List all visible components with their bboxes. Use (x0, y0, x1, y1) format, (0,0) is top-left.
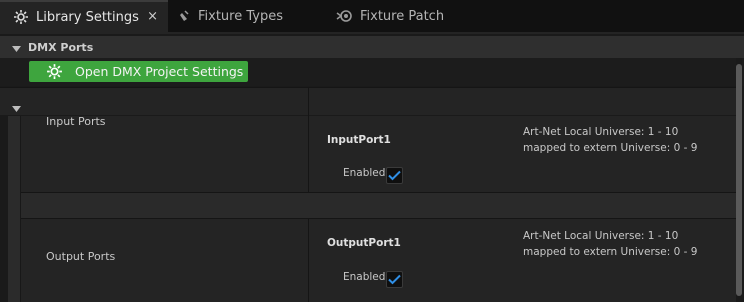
output-port-name: OutputPort1 (327, 237, 401, 249)
input-enabled-checkbox[interactable] (386, 167, 403, 184)
output-ports-label: Output Ports (46, 250, 116, 263)
output-port-info: Art-Net Local Universe: 1 - 10 mapped to… (523, 228, 697, 260)
collapse-arrow-icon[interactable] (12, 38, 21, 57)
vertical-scrollbar[interactable] (736, 58, 742, 302)
tab-label: Fixture Types (198, 8, 283, 24)
collapse-arrow-icon[interactable] (12, 98, 21, 117)
column-divider (308, 88, 309, 116)
category-header-dmx-ports[interactable]: DMX Ports (0, 36, 744, 58)
fixture-types-icon (174, 7, 192, 25)
settings-button-row: Open DMX Project Settings (0, 58, 744, 86)
universe-range-text: Art-Net Local Universe: 1 - 10 (523, 230, 679, 242)
scrollbar-thumb[interactable] (736, 64, 742, 296)
section-separator (21, 192, 736, 219)
tab-fixture-patch[interactable]: Fixture Patch (334, 0, 494, 32)
close-icon[interactable]: × (147, 9, 158, 24)
tab-library-settings[interactable]: Library Settings × (0, 0, 168, 32)
fixture-patch-icon (336, 7, 354, 25)
extern-universe-text: mapped to extern Universe: 0 - 9 (523, 246, 698, 258)
tab-label: Fixture Patch (360, 8, 445, 24)
column-divider (308, 219, 309, 302)
tab-fixture-types[interactable]: Fixture Types (172, 0, 332, 32)
tab-bar: Library Settings × Fixture Types Fixture… (0, 0, 744, 34)
column-divider (308, 116, 309, 192)
open-dmx-project-settings-button[interactable]: Open DMX Project Settings (29, 61, 248, 82)
universe-range-text: Art-Net Local Universe: 1 - 10 (523, 126, 679, 138)
checkmark-icon (388, 170, 401, 181)
extern-universe-text: mapped to extern Universe: 0 - 9 (523, 142, 698, 154)
input-ports-label: Input Ports (46, 115, 106, 128)
gear-icon (46, 63, 63, 80)
output-enabled-checkbox[interactable] (386, 271, 403, 288)
button-label: Open DMX Project Settings (75, 64, 244, 79)
input-port-info: Art-Net Local Universe: 1 - 10 mapped to… (523, 124, 697, 156)
input-port-name: InputPort1 (327, 134, 391, 146)
gear-icon (12, 8, 30, 26)
checkmark-icon (388, 274, 401, 285)
tab-divider (0, 32, 744, 34)
indent-gutter (8, 116, 21, 302)
output-enabled-label: Enabled (343, 271, 386, 283)
category-title: DMX Ports (28, 40, 94, 54)
tab-label: Library Settings (36, 9, 139, 25)
input-enabled-label: Enabled (343, 167, 386, 179)
ports-array-header[interactable] (0, 87, 736, 117)
